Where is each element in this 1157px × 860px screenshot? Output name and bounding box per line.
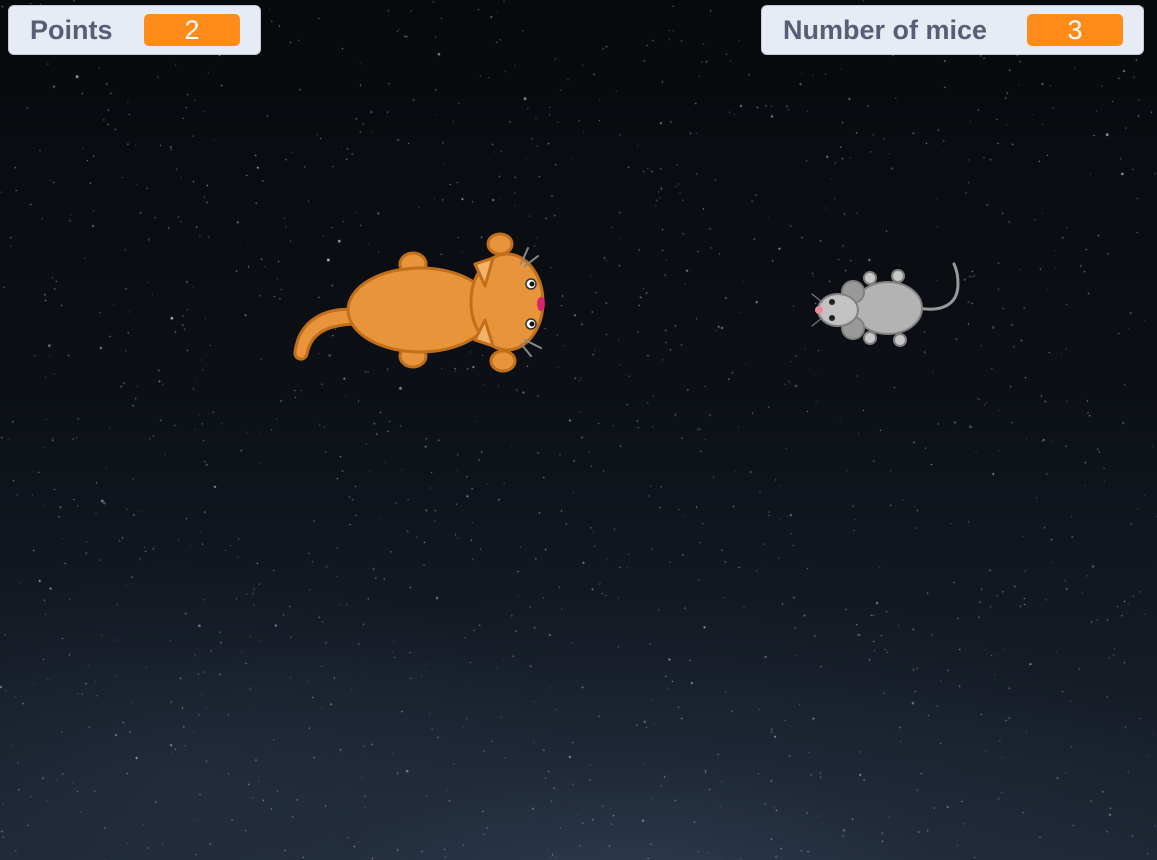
mice-count-label: Number of mice [783, 14, 988, 45]
points-monitor: Points 2 [8, 5, 261, 55]
game-stage[interactable]: Points 2 Number of mice 3 [0, 0, 1157, 860]
points-value: 2 [144, 14, 240, 46]
cat-sprite[interactable] [285, 228, 550, 378]
mice-count-value: 3 [1027, 14, 1123, 46]
starry-sky-backdrop [0, 0, 1157, 860]
points-label: Points [30, 14, 113, 45]
mouse-sprite[interactable] [810, 258, 965, 353]
mice-count-monitor: Number of mice 3 [761, 5, 1144, 55]
